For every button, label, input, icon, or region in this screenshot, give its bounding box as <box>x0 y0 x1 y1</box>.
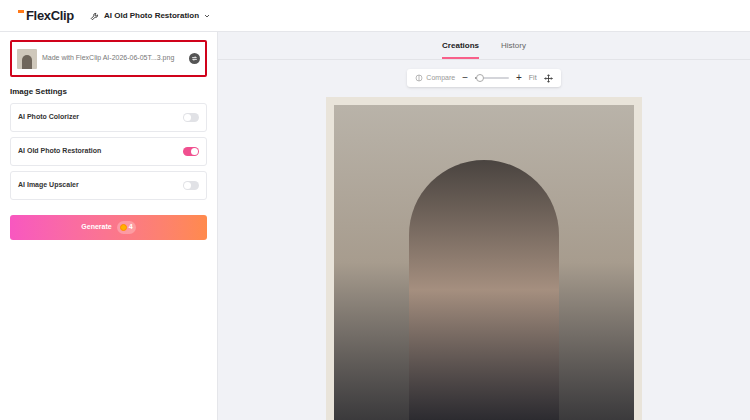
app: FlexClip AI Old Photo Restoration Made wit… <box>0 0 750 420</box>
generate-button[interactable]: Generate4 <box>10 215 207 240</box>
top-bar: FlexClip AI Old Photo Restoration <box>0 0 750 32</box>
file-name: Made with FlexClip AI-2026-06-05T...3.pn… <box>42 53 184 64</box>
file-item[interactable]: Made with FlexClip AI-2026-06-05T...3.pn… <box>10 40 207 77</box>
photo-preview <box>326 97 642 420</box>
toggle-knob <box>184 114 191 121</box>
tab[interactable]: History <box>501 40 526 59</box>
preview-area: Creations History Compare− + Fit <box>218 32 750 420</box>
toggle-list: AI Photo Colorizer AI Old Photo Restorati… <box>10 103 207 200</box>
cost-badge: 4 <box>117 221 136 234</box>
toggle-row[interactable]: AI Old Photo Restoration <box>10 137 207 166</box>
coin-icon <box>120 224 127 231</box>
restored-photo <box>334 105 634 420</box>
logo[interactable]: FlexClip <box>18 6 74 26</box>
slider-thumb[interactable] <box>476 74 484 82</box>
toggle-switch[interactable] <box>183 113 199 122</box>
zoom-in-button[interactable]: + <box>516 73 522 83</box>
settings-panel: Made with FlexClip AI-2026-06-05T...3.pn… <box>0 32 218 420</box>
tabs: Creations History <box>218 32 750 60</box>
wrench-icon <box>90 11 100 21</box>
toggle-knob <box>191 148 198 155</box>
settings-title: Image Settings <box>10 86 207 98</box>
chevron-down-icon <box>203 12 211 20</box>
move-icon[interactable] <box>544 74 553 83</box>
fit-button[interactable]: Fit <box>529 73 537 84</box>
toggle-knob <box>184 182 191 189</box>
body: Made with FlexClip AI-2026-06-05T...3.pn… <box>0 32 750 420</box>
logo-mark-icon <box>18 10 24 22</box>
thumbnail <box>17 49 37 69</box>
toggle-switch[interactable] <box>183 181 199 190</box>
tab[interactable]: Creations <box>442 40 479 59</box>
zoom-out-button[interactable]: − <box>462 73 468 83</box>
zoom-slider[interactable] <box>475 77 509 79</box>
toggle-row[interactable]: AI Image Upscaler <box>10 171 207 200</box>
zoom-toolbar: Compare− + Fit <box>407 69 560 87</box>
compare-icon <box>415 74 423 82</box>
replace-icon[interactable] <box>189 53 200 64</box>
toggle-switch[interactable] <box>183 147 199 156</box>
compare-button[interactable]: Compare <box>415 73 455 84</box>
toggle-row[interactable]: AI Photo Colorizer <box>10 103 207 132</box>
tool-dropdown[interactable]: AI Old Photo Restoration <box>90 10 211 22</box>
